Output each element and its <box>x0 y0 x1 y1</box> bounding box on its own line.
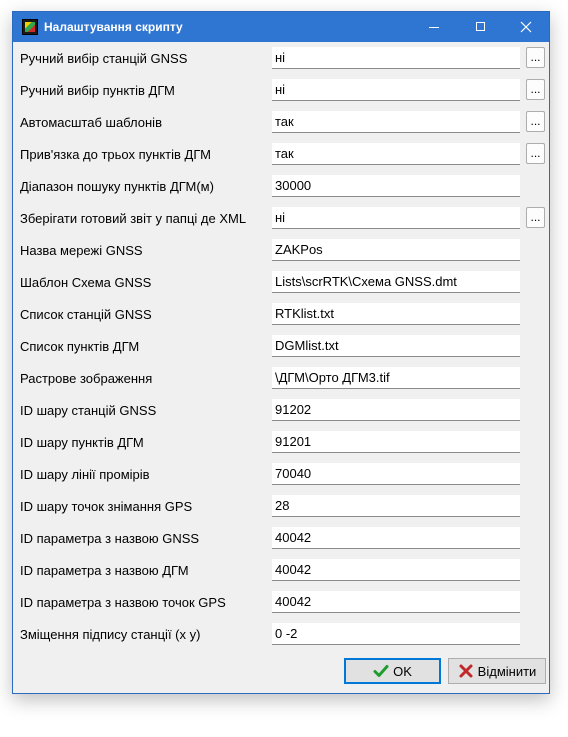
browse-button[interactable]: ... <box>526 47 545 68</box>
field-value-input[interactable]: \ДГМ\Орто ДГМ3.tif <box>272 367 520 389</box>
field-value-input[interactable]: 40042 <box>272 559 520 581</box>
field-label: Шаблон Схема GNSS <box>20 275 152 290</box>
field-label: Назва мережі GNSS <box>20 243 143 258</box>
field-value-input[interactable]: 91202 <box>272 399 520 421</box>
checkmark-icon <box>373 665 389 677</box>
field-label: Зберігати готовий звіт у папці де XML <box>20 211 247 226</box>
field-value-input[interactable]: так <box>272 111 520 133</box>
close-icon <box>520 21 532 33</box>
field-label: ID шару пунктів ДГМ <box>20 435 144 450</box>
field-value-input[interactable]: 70040 <box>272 463 520 485</box>
field-label: Діапазон пошуку пунктів ДГМ(м) <box>20 179 214 194</box>
ok-button[interactable]: OK <box>344 658 441 684</box>
field-label: Список пунктів ДГМ <box>20 339 140 354</box>
cancel-button-label: Відмінити <box>477 663 537 679</box>
field-value-input[interactable]: 28 <box>272 495 520 517</box>
browse-button[interactable]: ... <box>526 111 545 132</box>
field-value-input[interactable]: RTKlist.txt <box>272 303 520 325</box>
field-label: ID шару точок знімання GPS <box>20 499 193 514</box>
browse-button[interactable]: ... <box>526 79 545 100</box>
field-value-input[interactable]: 30000 <box>272 175 520 197</box>
field-value-input[interactable]: Lists\scrRTK\Схема GNSS.dmt <box>272 271 520 293</box>
settings-dialog: Налаштування скрипту Ручний вибір станці… <box>12 11 550 694</box>
field-value-input[interactable]: DGMlist.txt <box>272 335 520 357</box>
field-value-input[interactable]: ні <box>272 47 520 69</box>
field-label: Ручний вибір пунктів ДГМ <box>20 83 175 98</box>
close-button[interactable] <box>503 12 549 42</box>
field-value-input[interactable]: так <box>272 143 520 165</box>
minimize-button[interactable] <box>411 12 457 42</box>
window-title: Налаштування скрипту <box>44 20 183 34</box>
field-label: Список станцій GNSS <box>20 307 152 322</box>
field-label: Автомасштаб шаблонів <box>20 115 162 130</box>
maximize-button[interactable] <box>458 12 504 42</box>
x-icon <box>459 664 473 678</box>
field-label: ID шару лінії промірів <box>20 467 150 482</box>
field-label: Ручний вибір станцій GNSS <box>20 51 188 66</box>
field-value-input[interactable]: 91201 <box>272 431 520 453</box>
field-label: ID шару станцій GNSS <box>20 403 157 418</box>
field-label: Зміщення підпису станції (x y) <box>20 627 201 642</box>
field-label: ID параметра з назвою GNSS <box>20 531 200 546</box>
field-value-input[interactable]: 40042 <box>272 527 520 549</box>
field-value-input[interactable]: ні <box>272 207 520 229</box>
browse-button[interactable]: ... <box>526 207 545 228</box>
field-label: Прив'язка до трьох пунктів ДГМ <box>20 147 211 162</box>
cancel-button[interactable]: Відмінити <box>448 658 546 684</box>
field-label: ID параметра з назвою ДГМ <box>20 563 189 578</box>
field-value-input[interactable]: 0 -2 <box>272 623 520 645</box>
field-label: ID параметра з назвою точок GPS <box>20 595 226 610</box>
browse-button[interactable]: ... <box>526 143 545 164</box>
title-bar[interactable]: Налаштування скрипту <box>13 12 549 42</box>
app-icon <box>22 19 38 35</box>
field-value-input[interactable]: ні <box>272 79 520 101</box>
field-value-input[interactable]: 40042 <box>272 591 520 613</box>
field-value-input[interactable]: ZAKPos <box>272 239 520 261</box>
field-label: Растрове зображення <box>20 371 153 386</box>
ok-button-label: OK <box>393 663 412 679</box>
